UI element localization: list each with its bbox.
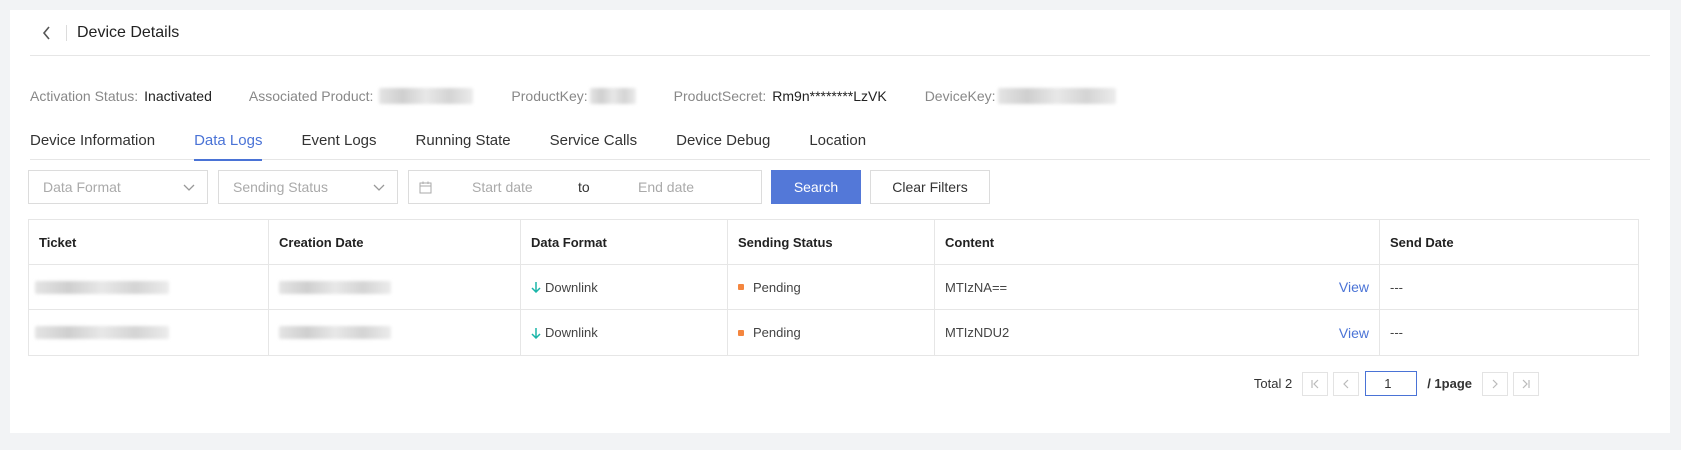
tab-event-logs[interactable]: Event Logs: [301, 120, 376, 160]
creation-date-redacted: [279, 280, 391, 294]
sending-status-cell: Pending: [728, 265, 935, 309]
activation-status: Activation Status: Inactivated: [30, 88, 212, 104]
device-info-row: Activation Status: Inactivated Associate…: [30, 86, 1154, 106]
data-format-cell: Downlink: [521, 265, 728, 309]
ticket-cell: [29, 310, 269, 355]
content-cell: MTIzNA== View: [935, 265, 1380, 309]
date-range-picker[interactable]: Start date to End date: [408, 170, 762, 204]
prev-page-icon[interactable]: [1333, 371, 1360, 396]
content-cell: MTIzNDU2 View: [935, 310, 1380, 355]
column-header-ticket[interactable]: Ticket: [29, 220, 269, 264]
filter-bar: Data Format Sending Status Start date to…: [28, 170, 990, 204]
detail-tabs: Device Information Data Logs Event Logs …: [30, 120, 1650, 161]
total-pages-label: / 1page: [1427, 376, 1472, 391]
send-date-cell: ---: [1390, 279, 1403, 295]
tab-data-logs[interactable]: Data Logs: [194, 120, 263, 161]
creation-date-cell: [269, 310, 521, 355]
content-value: MTIzNA==: [945, 279, 1008, 295]
column-header-sending-status[interactable]: Sending Status: [728, 220, 935, 264]
sending-status-value: Pending: [753, 279, 801, 295]
tab-location[interactable]: Location: [809, 120, 866, 160]
product-secret: ProductSecret: Rm9n********LzVK: [674, 88, 887, 104]
pagination: Total 2 / 1page: [1254, 371, 1539, 396]
sending-status-placeholder: Sending Status: [233, 179, 328, 195]
back-arrow-icon[interactable]: [42, 23, 56, 43]
data-logs-table: Ticket Creation Date Data Format Sending…: [28, 219, 1639, 356]
product-key-value-redacted: [589, 88, 636, 104]
table-row: Downlink Pending MTIzNDU2 View ---: [29, 310, 1638, 355]
next-page-icon[interactable]: [1482, 371, 1508, 396]
view-link[interactable]: View: [1339, 325, 1369, 341]
first-page-icon[interactable]: [1302, 371, 1329, 396]
pending-status-dot: [738, 329, 744, 336]
arrow-down-icon: [531, 281, 541, 293]
creation-date-redacted: [279, 326, 391, 339]
device-details-card: Device Details Activation Status: Inacti…: [10, 10, 1670, 433]
page-header: Device Details: [30, 10, 1650, 56]
pending-status-dot: [738, 284, 744, 290]
header-divider: [66, 24, 67, 41]
data-format-value: Downlink: [545, 279, 598, 295]
data-format-cell: Downlink: [521, 310, 728, 355]
tab-service-calls[interactable]: Service Calls: [550, 120, 638, 160]
total-count: Total 2: [1253, 376, 1293, 391]
data-format-value: Downlink: [545, 325, 598, 340]
calendar-icon: [419, 181, 432, 194]
activation-status-value: Inactivated: [144, 88, 212, 104]
ticket-redacted: [35, 280, 169, 294]
to-label: to: [578, 179, 590, 195]
send-date-cell: ---: [1390, 325, 1403, 340]
device-key-label: DeviceKey:: [924, 88, 996, 104]
table-row: Downlink Pending MTIzNA== View ---: [29, 265, 1638, 310]
data-format-placeholder: Data Format: [43, 179, 121, 195]
associated-product-value-redacted: [379, 88, 474, 104]
associated-product-label: Associated Product:: [248, 88, 374, 104]
arrow-down-icon: [531, 327, 541, 339]
product-secret-value: Rm9n********LzVK: [772, 88, 887, 104]
end-date-input[interactable]: End date: [638, 179, 694, 195]
ticket-cell: [29, 265, 269, 309]
page-number-input[interactable]: [1365, 371, 1418, 396]
column-header-content[interactable]: Content: [935, 220, 1380, 264]
start-date-input[interactable]: Start date: [472, 179, 578, 195]
ticket-redacted: [35, 326, 169, 339]
content-value: MTIzNDU2: [945, 325, 1010, 340]
column-header-send-date[interactable]: Send Date: [1380, 220, 1538, 264]
tab-running-state[interactable]: Running State: [416, 120, 511, 160]
last-page-icon[interactable]: [1513, 371, 1539, 396]
page-title: Device Details: [77, 23, 180, 41]
column-header-creation-date[interactable]: Creation Date: [269, 220, 521, 264]
activation-status-label: Activation Status:: [30, 88, 139, 104]
view-link[interactable]: View: [1339, 279, 1369, 295]
device-key-value-redacted: [997, 88, 1116, 104]
column-header-data-format[interactable]: Data Format: [521, 220, 728, 264]
chevron-down-icon: [373, 179, 385, 195]
clear-filters-button[interactable]: Clear Filters: [870, 170, 990, 204]
device-key: DeviceKey:: [925, 88, 1116, 104]
tab-device-information[interactable]: Device Information: [30, 120, 155, 160]
sending-status-value: Pending: [753, 325, 801, 340]
creation-date-cell: [269, 265, 521, 309]
sending-status-cell: Pending: [728, 310, 935, 355]
chevron-down-icon: [183, 179, 195, 195]
table-header-row: Ticket Creation Date Data Format Sending…: [29, 220, 1638, 265]
product-key-label: ProductKey:: [511, 88, 588, 104]
search-button[interactable]: Search: [771, 170, 861, 204]
tab-device-debug[interactable]: Device Debug: [676, 120, 770, 160]
associated-product: Associated Product:: [249, 88, 474, 104]
product-key: ProductKey:: [511, 88, 636, 104]
data-format-select[interactable]: Data Format: [28, 170, 208, 204]
sending-status-select[interactable]: Sending Status: [218, 170, 398, 204]
product-secret-label: ProductSecret:: [673, 88, 767, 104]
